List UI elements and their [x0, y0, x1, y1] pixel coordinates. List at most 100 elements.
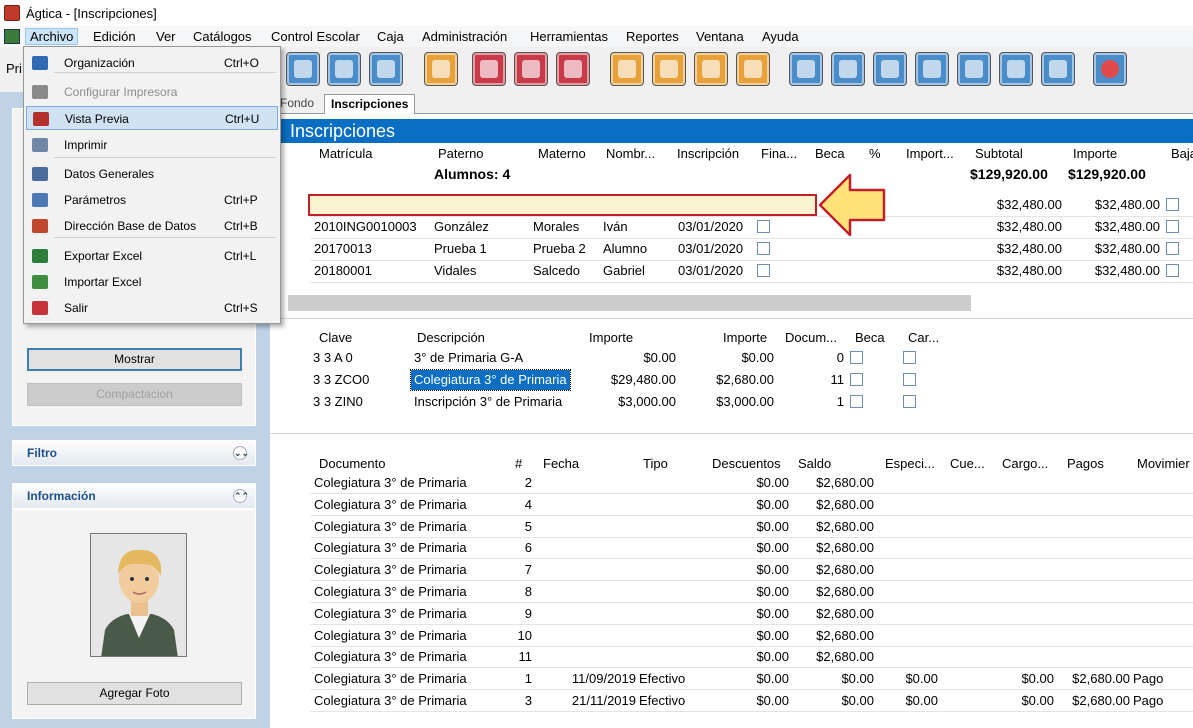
descuentos-cell[interactable]: $0.00	[710, 582, 789, 602]
descuentos-cell[interactable]: $0.00	[710, 647, 789, 667]
receipt-icon[interactable]	[873, 52, 907, 86]
cuenta-cell[interactable]	[942, 473, 988, 493]
table-cell[interactable]: Prueba 2	[533, 239, 586, 259]
table-cell[interactable]: Morales	[533, 217, 579, 237]
subtotal-cell[interactable]: $32,480.00	[970, 195, 1062, 215]
col-inscripcion[interactable]: Inscripción	[677, 146, 739, 161]
cargo-cell[interactable]	[992, 473, 1054, 493]
col-financiado[interactable]: Fina...	[761, 146, 797, 161]
importe-cell[interactable]: $32,480.00	[1068, 217, 1160, 237]
cuenta-cell[interactable]	[942, 604, 988, 624]
menu-item-configurar-impresora[interactable]: Configurar Impresora	[26, 80, 278, 104]
descripcion-cell[interactable]: Colegiatura 3° de Primaria	[410, 369, 571, 391]
stack-icon[interactable]	[736, 52, 770, 86]
saldo-cell[interactable]: $0.00	[792, 691, 874, 711]
fecha-cell[interactable]	[540, 538, 636, 558]
movimiento-cell[interactable]: Pago	[1133, 691, 1163, 711]
cash-icon[interactable]	[915, 52, 949, 86]
especial-cell[interactable]	[880, 538, 938, 558]
cuenta-cell[interactable]	[942, 691, 988, 711]
report-icon[interactable]	[957, 52, 991, 86]
col-tipo[interactable]: Tipo	[643, 456, 668, 471]
numero-cell[interactable]: 4	[492, 495, 532, 515]
menu-item-exportar-excel[interactable]: Exportar Excel Ctrl+L	[26, 244, 278, 268]
edit-document-icon[interactable]	[652, 52, 686, 86]
subtotal-cell[interactable]: $32,480.00	[970, 217, 1062, 237]
saldo-cell[interactable]: $2,680.00	[792, 626, 874, 646]
table-cell[interactable]: Iván	[603, 217, 628, 237]
col-descuentos[interactable]: Descuentos	[712, 456, 781, 471]
numero-cell[interactable]: 3	[492, 691, 532, 711]
saldo-cell[interactable]: $2,680.00	[792, 560, 874, 580]
table-cell[interactable]: 03/01/2020	[678, 217, 743, 237]
cuenta-cell[interactable]	[942, 538, 988, 558]
col-pagos[interactable]: Pagos	[1067, 456, 1104, 471]
col-numero[interactable]: #	[515, 456, 522, 471]
beca-checkbox[interactable]	[850, 351, 863, 364]
baja-checkbox[interactable]	[1166, 198, 1179, 211]
documento-cell[interactable]: Colegiatura 3° de Primaria	[314, 669, 467, 689]
cuenta-cell[interactable]	[942, 495, 988, 515]
saldo-cell[interactable]: $2,680.00	[792, 495, 874, 515]
table-cell[interactable]: Prueba 1	[434, 239, 487, 259]
descuentos-cell[interactable]: $0.00	[710, 495, 789, 515]
numero-cell[interactable]: 1	[492, 669, 532, 689]
col-paterno[interactable]: Paterno	[438, 146, 484, 161]
col-beca-concepto[interactable]: Beca	[855, 330, 885, 345]
tab-inscripciones[interactable]: Inscripciones	[324, 94, 416, 114]
documento-cell[interactable]: Colegiatura 3° de Primaria	[314, 560, 467, 580]
menu-item-organizaci-n[interactable]: Organización Ctrl+O	[26, 51, 278, 75]
financiado-checkbox[interactable]	[757, 242, 770, 255]
table-cell[interactable]: Salcedo	[533, 261, 580, 281]
importe-total-cell[interactable]: $0.00	[580, 348, 676, 368]
cargo-checkbox[interactable]	[903, 373, 916, 386]
saldo-cell[interactable]: $2,680.00	[792, 517, 874, 537]
menu-ventana[interactable]: Ventana	[692, 28, 748, 45]
documento-cell[interactable]: Colegiatura 3° de Primaria	[314, 691, 467, 711]
compactacion-button[interactable]: Compactacion	[27, 383, 242, 406]
baja-checkbox[interactable]	[1166, 242, 1179, 255]
group-icon[interactable]	[472, 52, 506, 86]
col-descripcion[interactable]: Descripción	[417, 330, 485, 345]
descripcion-cell[interactable]: Inscripción 3° de Primaria	[411, 392, 565, 412]
menu-item-imprimir[interactable]: Imprimir	[26, 133, 278, 157]
statement-icon[interactable]	[1041, 52, 1075, 86]
cargo-cell[interactable]	[992, 604, 1054, 624]
documento-cell[interactable]: Colegiatura 3° de Primaria	[314, 473, 467, 493]
horizontal-scrollbar[interactable]	[288, 295, 971, 311]
financiado-checkbox[interactable]	[757, 264, 770, 277]
especial-cell[interactable]	[880, 647, 938, 667]
house-icon[interactable]	[694, 52, 728, 86]
menu-archivo[interactable]: Archivo	[25, 28, 79, 45]
table-cell[interactable]: 20180001	[314, 261, 372, 281]
subtotal-cell[interactable]: $32,480.00	[970, 261, 1062, 281]
documento-cell[interactable]: Colegiatura 3° de Primaria	[314, 538, 467, 558]
documento-cell[interactable]: Colegiatura 3° de Primaria	[314, 626, 467, 646]
exit-icon[interactable]	[1093, 52, 1127, 86]
cuenta-cell[interactable]	[942, 582, 988, 602]
documentos-cell[interactable]: 0	[780, 348, 844, 368]
numero-cell[interactable]: 9	[492, 604, 532, 624]
table-cell[interactable]: Alumno	[603, 239, 647, 259]
tipo-cell[interactable]: Efectivo	[639, 669, 685, 689]
pagos-cell[interactable]	[1058, 473, 1130, 493]
numero-cell[interactable]: 7	[492, 560, 532, 580]
importe-cell[interactable]: $32,480.00	[1068, 239, 1160, 259]
signature-icon[interactable]	[369, 52, 403, 86]
menu-caja[interactable]: Caja	[373, 28, 408, 45]
payment-icon[interactable]	[831, 52, 865, 86]
filtro-header[interactable]: Filtro ⌄⌄	[12, 440, 256, 466]
numero-cell[interactable]: 11	[492, 647, 533, 667]
descuentos-cell[interactable]: $0.00	[710, 626, 789, 646]
documentos-cell[interactable]: 11	[780, 370, 845, 390]
pagos-cell[interactable]: $2,680.00	[1058, 691, 1130, 711]
menu-edicion[interactable]: Edición	[89, 28, 140, 45]
col-subtotal[interactable]: Subtotal	[975, 146, 1023, 161]
fecha-cell[interactable]	[540, 473, 636, 493]
col-especial[interactable]: Especi...	[885, 456, 935, 471]
col-clave[interactable]: Clave	[319, 330, 352, 345]
pagos-cell[interactable]	[1058, 647, 1130, 667]
col-fecha[interactable]: Fecha	[543, 456, 579, 471]
col-cargo[interactable]: Car...	[908, 330, 939, 345]
financiado-checkbox[interactable]	[757, 220, 770, 233]
